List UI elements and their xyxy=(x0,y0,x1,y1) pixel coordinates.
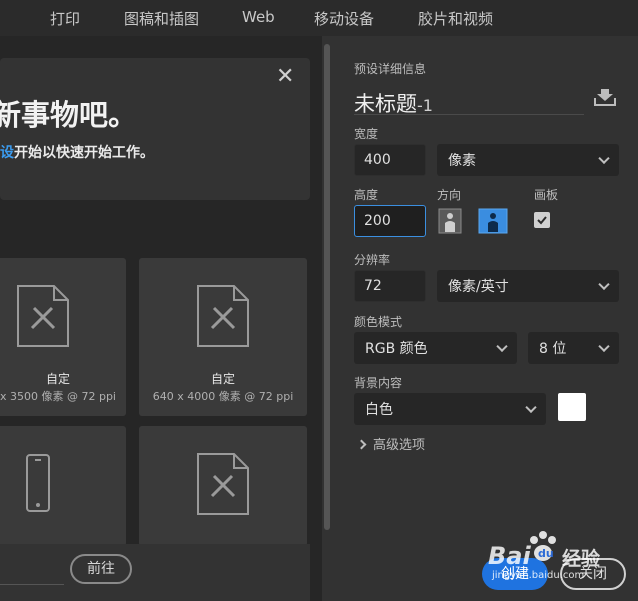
preset-card[interactable] xyxy=(139,426,307,546)
goto-button[interactable]: 前往 xyxy=(70,554,132,584)
chevron-down-icon xyxy=(598,152,610,165)
category-tabs: 打印 图稿和插图 Web 移动设备 胶片和视频 xyxy=(0,0,638,36)
banner-link[interactable]: 设 xyxy=(0,145,14,161)
height-input[interactable]: 200 xyxy=(354,205,426,237)
watermark-text: 经验 xyxy=(562,548,601,570)
watermark-brand: Bai xyxy=(488,542,531,570)
chevron-right-icon xyxy=(356,439,367,450)
orientation-label: 方向 xyxy=(437,188,462,202)
color-mode-select[interactable]: RGB 颜色 xyxy=(354,332,517,364)
baidu-watermark: Bai du 经验 jingyan.baidu.com xyxy=(488,530,634,590)
close-icon[interactable]: ✕ xyxy=(276,64,294,89)
phone-icon xyxy=(26,454,50,512)
preset-card[interactable]: 自定 640 x 4000 像素 @ 72 ppi xyxy=(139,258,307,416)
height-label: 高度 xyxy=(354,188,379,202)
paw-icon: du xyxy=(530,531,556,561)
chevron-down-icon xyxy=(496,340,508,353)
tab-web[interactable]: Web xyxy=(242,8,275,26)
preset-size: x 3500 像素 @ 72 ppi xyxy=(0,390,116,403)
resolution-input[interactable]: 72 xyxy=(354,270,426,302)
artboard-checkbox[interactable] xyxy=(534,212,550,228)
template-search-input[interactable] xyxy=(0,584,64,585)
svg-text:du: du xyxy=(538,547,554,560)
width-label: 宽度 xyxy=(354,127,379,141)
preset-card[interactable] xyxy=(0,426,126,546)
welcome-banner: 新事物吧。 设开始以快速开始工作。 ✕ xyxy=(0,58,310,200)
width-input[interactable]: 400 xyxy=(354,144,426,176)
tab-film-video[interactable]: 胶片和视频 xyxy=(418,8,493,29)
chevron-down-icon xyxy=(598,340,610,353)
template-search-bar: 前往 xyxy=(0,544,310,601)
document-icon xyxy=(197,285,249,347)
tab-mobile[interactable]: 移动设备 xyxy=(314,8,374,29)
watermark-url: jingyan.baidu.com xyxy=(492,570,585,581)
preset-area: 新事物吧。 设开始以快速开始工作。 ✕ 自定 x 3500 像素 @ 72 pp… xyxy=(0,36,322,601)
preset-size: 640 x 4000 像素 @ 72 ppi xyxy=(152,390,294,403)
width-unit-select[interactable]: 像素 xyxy=(437,144,619,176)
preset-details-panel: 预设详细信息 未标题-1 宽度 400 像素 高度 方向 画板 200 分辨率 … xyxy=(334,36,638,601)
document-icon xyxy=(17,285,69,347)
save-preset-icon[interactable] xyxy=(594,88,616,106)
section-title: 预设详细信息 xyxy=(354,62,427,76)
bit-depth-select[interactable]: 8 位 xyxy=(528,332,619,364)
portrait-orientation-icon[interactable] xyxy=(438,208,462,234)
background-label: 背景内容 xyxy=(354,376,403,390)
scrollbar[interactable] xyxy=(324,44,330,530)
tab-print[interactable]: 打印 xyxy=(50,8,80,29)
background-select[interactable]: 白色 xyxy=(354,393,546,425)
artboard-label: 画板 xyxy=(534,188,559,202)
tab-art-illustration[interactable]: 图稿和插图 xyxy=(124,8,199,29)
name-underline xyxy=(354,114,584,115)
preset-card[interactable]: 自定 x 3500 像素 @ 72 ppi xyxy=(0,258,126,416)
resolution-unit-select[interactable]: 像素/英寸 xyxy=(437,270,619,302)
chevron-down-icon xyxy=(525,401,537,414)
banner-subtitle: 设开始以快速开始工作。 xyxy=(0,145,154,161)
check-icon xyxy=(537,216,547,225)
landscape-orientation-icon[interactable] xyxy=(478,208,508,234)
document-icon xyxy=(197,453,249,515)
background-color-swatch[interactable] xyxy=(558,393,586,421)
resolution-label: 分辨率 xyxy=(354,253,391,267)
banner-title: 新事物吧。 xyxy=(0,98,138,132)
preset-title: 自定 xyxy=(210,372,235,386)
advanced-options-toggle[interactable]: 高级选项 xyxy=(356,434,425,453)
color-mode-label: 颜色模式 xyxy=(354,315,403,329)
preset-title: 自定 xyxy=(45,372,70,386)
chevron-down-icon xyxy=(598,278,610,291)
